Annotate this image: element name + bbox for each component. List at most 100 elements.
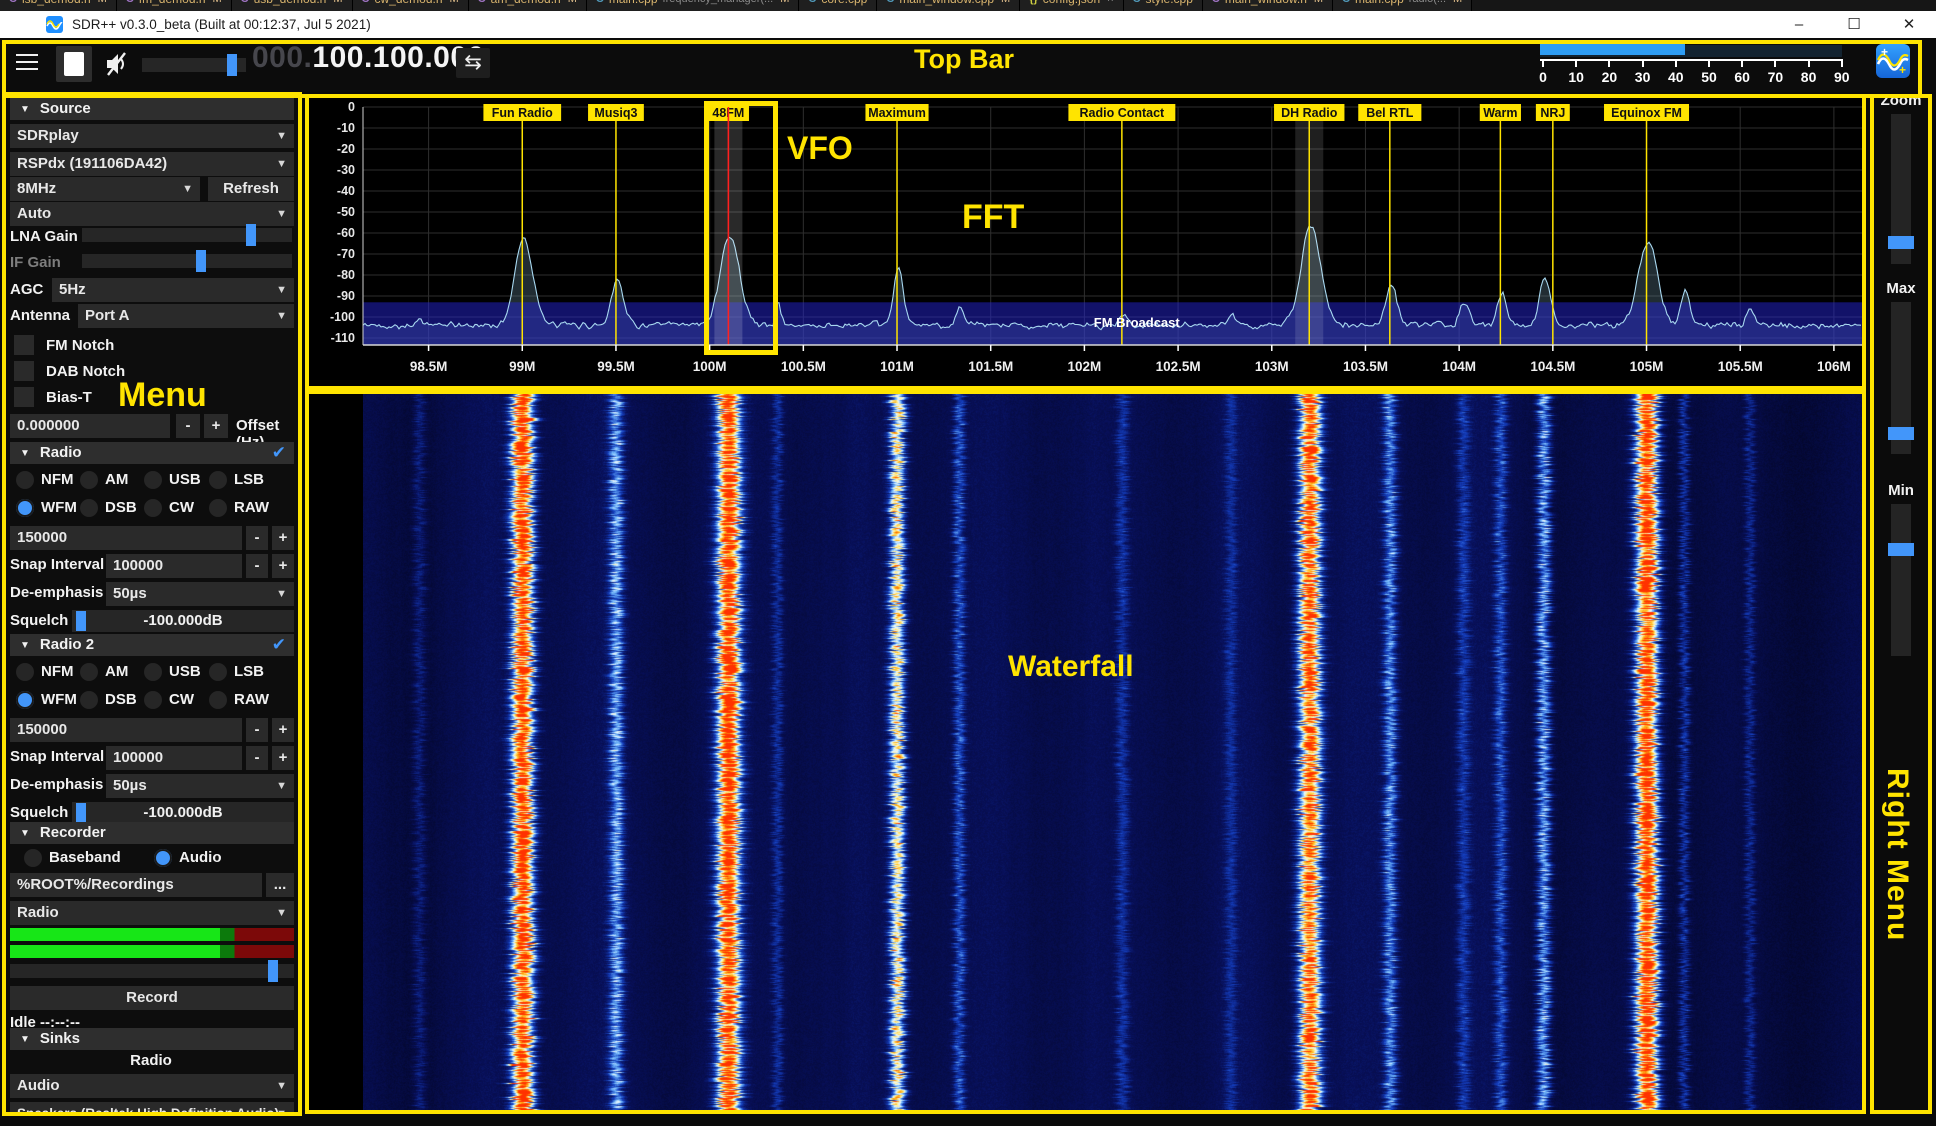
fm-notch-checkbox[interactable] bbox=[14, 335, 34, 355]
menu-hamburger-button[interactable] bbox=[10, 49, 44, 79]
antenna-select[interactable]: Port A▼ bbox=[78, 304, 294, 328]
if-gain-slider[interactable] bbox=[82, 254, 292, 268]
zoom-slider[interactable] bbox=[1891, 114, 1911, 264]
sink-type-select[interactable]: Audio▼ bbox=[10, 1074, 294, 1098]
source-driver-select[interactable]: SDRplay▼ bbox=[10, 124, 294, 148]
close-button[interactable]: ✕ bbox=[1898, 14, 1920, 36]
refresh-button[interactable]: Refresh bbox=[208, 177, 294, 201]
max-slider-handle[interactable] bbox=[1888, 427, 1914, 440]
mode-nfm[interactable]: NFM bbox=[16, 468, 74, 492]
mode-dsb[interactable]: DSB bbox=[80, 688, 137, 712]
volume-slider-handle[interactable] bbox=[227, 54, 237, 76]
mode-wfm[interactable]: WFM bbox=[16, 496, 77, 520]
frequency-display[interactable]: 000.100.100.000 bbox=[252, 41, 485, 75]
maximize-button[interactable]: ☐ bbox=[1843, 14, 1865, 36]
lna-gain-handle[interactable] bbox=[246, 224, 256, 246]
mode-bandwidth-input[interactable]: 150000 bbox=[10, 718, 242, 742]
volume-slider[interactable] bbox=[142, 58, 246, 72]
deemphasis-select[interactable]: 50µs▼ bbox=[106, 582, 294, 606]
min-slider-handle[interactable] bbox=[1888, 543, 1914, 556]
fft-gain-scale[interactable]: 0102030405060708090 bbox=[1540, 43, 1842, 87]
squelch-slider[interactable]: -100.000dB bbox=[72, 802, 294, 824]
bandwidth-minus-button[interactable]: - bbox=[246, 526, 268, 550]
editor-tab[interactable]: Clsb_demod.hM bbox=[0, 0, 117, 11]
bandwidth-minus-button[interactable]: - bbox=[246, 718, 268, 742]
editor-tab[interactable]: {}config.json× bbox=[1020, 0, 1123, 11]
editor-tab[interactable]: Cam_demod.hM bbox=[469, 0, 587, 11]
squelch-slider[interactable]: -100.000dB bbox=[72, 610, 294, 632]
editor-tab[interactable]: Cstyle.cpp bbox=[1124, 0, 1203, 11]
recordings-path-input[interactable]: %ROOT%/Recordings bbox=[10, 873, 262, 897]
minimize-button[interactable]: – bbox=[1788, 14, 1810, 36]
mode-cw[interactable]: CW bbox=[144, 496, 194, 520]
enabled-check-icon[interactable]: ✔ bbox=[272, 634, 286, 656]
recorder-mode-baseband[interactable]: Baseband bbox=[24, 846, 121, 870]
fft-display[interactable]: Fun RadioMusiq348FMMaximumRadio ContactD… bbox=[305, 95, 1866, 386]
editor-tab[interactable]: Cmain.cppfrequency_manager(...M bbox=[587, 0, 800, 11]
bandwidth-plus-button[interactable]: + bbox=[272, 718, 294, 742]
mode-usb[interactable]: USB bbox=[144, 468, 201, 492]
lna-gain-slider[interactable] bbox=[82, 228, 292, 242]
enabled-check-icon[interactable]: ✔ bbox=[272, 442, 286, 464]
source-device-select[interactable]: RSPdx (191106DA42)▼ bbox=[10, 152, 294, 176]
offset-minus-button[interactable]: - bbox=[176, 414, 200, 438]
mode-wfm[interactable]: WFM bbox=[16, 688, 77, 712]
close-tab-icon[interactable]: × bbox=[1107, 0, 1113, 5]
mode-raw[interactable]: RAW bbox=[209, 496, 269, 520]
recorder-mode-audio[interactable]: Audio bbox=[154, 846, 222, 870]
snap-interval-input[interactable]: 100000 bbox=[106, 554, 242, 578]
if-mode-select[interactable]: Auto▼ bbox=[10, 202, 294, 226]
snap-plus-button[interactable]: + bbox=[272, 554, 294, 578]
mute-button[interactable] bbox=[98, 46, 134, 82]
stop-button[interactable] bbox=[56, 46, 92, 82]
editor-tab[interactable]: Cusb_demod.hM bbox=[232, 0, 353, 11]
editor-tab[interactable]: Cmain_window.hM bbox=[1203, 0, 1333, 11]
mode-label: LSB bbox=[234, 471, 264, 488]
mode-lsb[interactable]: LSB bbox=[209, 468, 264, 492]
radio-section-header[interactable]: ▼Radio 2✔ bbox=[10, 634, 294, 656]
editor-tab[interactable]: Cmain_window.cppM bbox=[877, 0, 1020, 11]
sink-device-select[interactable]: Speakers (Realtek High Definition Audio)… bbox=[10, 1102, 294, 1112]
sinks-section-header[interactable]: ▼Sinks bbox=[10, 1028, 294, 1050]
snap-plus-button[interactable]: + bbox=[272, 746, 294, 770]
mode-lsb[interactable]: LSB bbox=[209, 660, 264, 684]
tab-filename: fm_demod.h bbox=[139, 0, 206, 6]
mode-raw[interactable]: RAW bbox=[209, 688, 269, 712]
editor-tab[interactable]: Ccw_demod.hM bbox=[353, 0, 469, 11]
editor-tab[interactable]: Ccore.cpp bbox=[799, 0, 877, 11]
snap-minus-button[interactable]: - bbox=[246, 554, 268, 578]
bias-t-checkbox[interactable] bbox=[14, 387, 34, 407]
bandwidth-select[interactable]: 8MHz▼ bbox=[10, 177, 200, 201]
recorder-volume-handle[interactable] bbox=[268, 960, 278, 982]
snap-minus-button[interactable]: - bbox=[246, 746, 268, 770]
editor-tab[interactable]: Cmain.cppradio(...M bbox=[1333, 0, 1472, 11]
recorder-section-header[interactable]: ▼Recorder bbox=[10, 822, 294, 844]
offset-input[interactable]: 0.000000 bbox=[10, 414, 170, 438]
recorder-volume-slider[interactable] bbox=[10, 964, 294, 978]
vfo-swap-button[interactable]: ⇆ bbox=[456, 48, 490, 78]
offset-plus-button[interactable]: + bbox=[204, 414, 228, 438]
mode-bandwidth-input[interactable]: 150000 bbox=[10, 526, 242, 550]
radio-section-header[interactable]: ▼Radio✔ bbox=[10, 442, 294, 464]
mode-cw[interactable]: CW bbox=[144, 688, 194, 712]
browse-button[interactable]: ... bbox=[266, 873, 294, 897]
mode-am[interactable]: AM bbox=[80, 468, 128, 492]
max-slider[interactable] bbox=[1891, 302, 1911, 454]
waterfall-display[interactable] bbox=[363, 390, 1862, 1110]
if-gain-handle[interactable] bbox=[196, 250, 206, 272]
mode-nfm[interactable]: NFM bbox=[16, 660, 74, 684]
mode-usb[interactable]: USB bbox=[144, 660, 201, 684]
mode-am[interactable]: AM bbox=[80, 660, 128, 684]
bandwidth-plus-button[interactable]: + bbox=[272, 526, 294, 550]
zoom-slider-handle[interactable] bbox=[1888, 236, 1914, 249]
agc-select[interactable]: 5Hz▼ bbox=[52, 278, 294, 302]
mode-dsb[interactable]: DSB bbox=[80, 496, 137, 520]
source-section-header[interactable]: ▼Source bbox=[10, 98, 294, 120]
min-slider[interactable] bbox=[1891, 504, 1911, 656]
deemphasis-select[interactable]: 50µs▼ bbox=[106, 774, 294, 798]
recorder-stream-select[interactable]: Radio▼ bbox=[10, 901, 294, 925]
record-button[interactable]: Record bbox=[10, 986, 294, 1010]
snap-interval-input[interactable]: 100000 bbox=[106, 746, 242, 770]
dab-notch-checkbox[interactable] bbox=[14, 361, 34, 381]
editor-tab[interactable]: Cfm_demod.hM bbox=[117, 0, 232, 11]
